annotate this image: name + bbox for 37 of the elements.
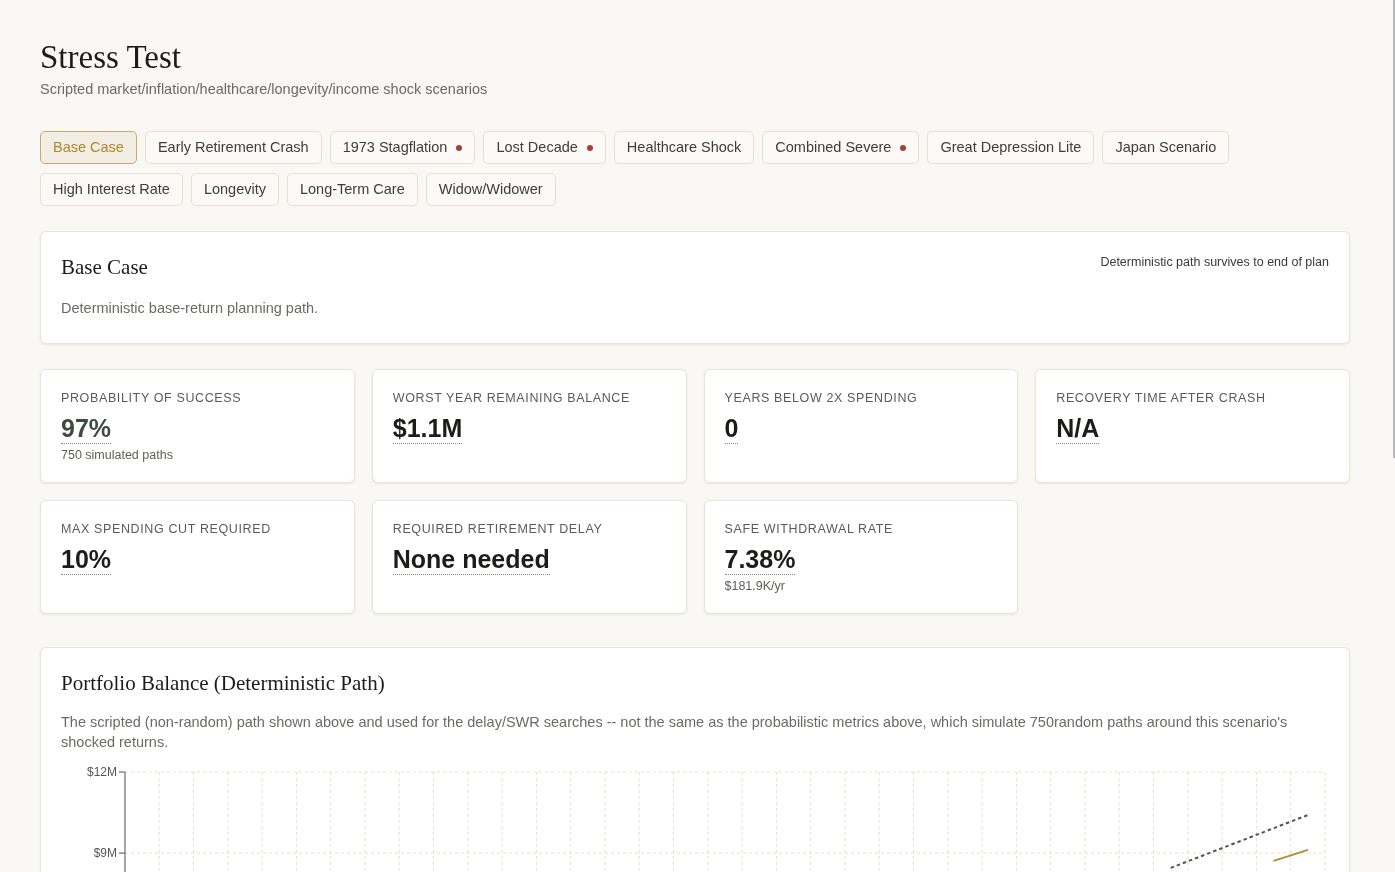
metric-note: 750 simulated paths — [61, 447, 173, 463]
axis-label: $9M — [93, 846, 117, 861]
scenario-tab[interactable]: High Interest Rate — [40, 173, 183, 206]
metric-label: MAX SPENDING CUT REQUIRED — [61, 521, 271, 537]
scenario-tab[interactable]: Healthcare Shock — [613, 131, 755, 164]
scenario-tab[interactable]: Combined Severe — [762, 131, 920, 164]
metric-value: None needed — [392, 545, 550, 575]
chart-title: Portfolio Balance (Deterministic Path) — [61, 670, 385, 696]
metric-note: $181.9K/yr — [724, 578, 785, 594]
scenario-tab[interactable]: 1973 Stagflation — [329, 131, 476, 164]
metric-label: RECOVERY TIME AFTER CRASH — [1056, 390, 1266, 406]
metric-label: REQUIRED RETIREMENT DELAY — [392, 521, 603, 537]
metric-value: $1.1M — [392, 414, 463, 444]
metric-value: 10% — [61, 545, 112, 575]
scenario-status: Deterministic path survives to end of plan — [1100, 254, 1329, 270]
metric-label: YEARS BELOW 2X SPENDING — [724, 390, 918, 406]
scenario-tab[interactable]: Lost Decade — [483, 131, 606, 164]
metric-value: N/A — [1056, 414, 1100, 444]
metric-value: 0 — [724, 414, 739, 444]
page-title: Stress Test — [40, 38, 181, 76]
scenario-title: Base Case — [61, 254, 148, 280]
axis-label: $12M — [86, 766, 117, 779]
scenario-tab[interactable]: Early Retirement Crash — [144, 131, 322, 164]
metric-label: PROBABILITY OF SUCCESS — [61, 390, 242, 406]
page-subtitle: Scripted market/inflation/healthcare/longevity/income shock scenarios — [40, 80, 488, 99]
scenario-tab[interactable]: Japan Scenario — [1102, 131, 1230, 164]
metric-value: 97% — [61, 414, 112, 444]
scenario-description: Deterministic base-return planning path. — [61, 299, 319, 318]
scenario-tab[interactable]: Widow/Widower — [425, 173, 556, 206]
metric-label: WORST YEAR REMAINING BALANCE — [392, 390, 630, 406]
scenario-tab[interactable]: Longevity — [190, 173, 279, 206]
metric-label: SAFE WITHDRAWAL RATE — [724, 521, 894, 537]
chart-description: The scripted (non-random) path shown above and used for the delay/SWR searches -- not the same as the probabilistic metrics above, which simulate 750random paths around this scenario's shocked returns. — [61, 713, 1289, 752]
scrollbar-thumb[interactable] — [1393, 0, 1395, 458]
scenario-tab[interactable]: Great Depression Lite — [927, 131, 1095, 164]
scenario-tab[interactable]: Long-Term Care — [286, 173, 418, 206]
metric-value: 7.38% — [724, 545, 796, 575]
